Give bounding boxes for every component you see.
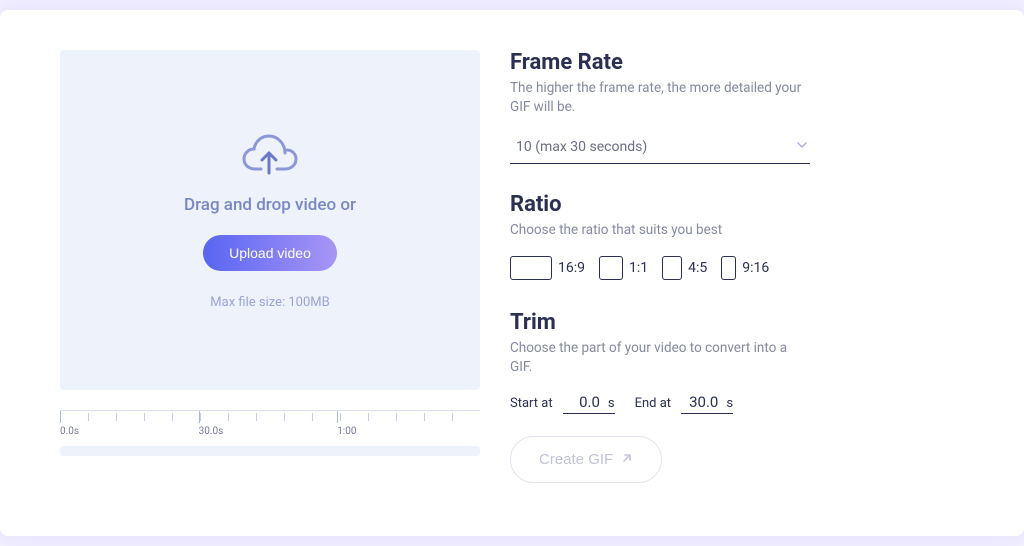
trim-end-value: 30.0: [689, 393, 718, 411]
arrow-up-right-icon: [621, 451, 633, 468]
right-column: Frame Rate The higher the frame rate, th…: [510, 50, 959, 496]
ratio-box-icon: [662, 256, 682, 280]
cloud-upload-icon: [241, 131, 299, 183]
trim-start-input[interactable]: 0.0 s: [563, 392, 615, 414]
create-gif-button[interactable]: Create GIF: [510, 436, 662, 483]
ratio-option-1-1[interactable]: 1:1: [599, 256, 648, 280]
chevron-down-icon: [796, 139, 808, 155]
upload-video-button[interactable]: Upload video: [203, 235, 337, 271]
ratio-option-4-5[interactable]: 4:5: [662, 256, 707, 280]
frame-rate-selected: 10 (max 30 seconds): [516, 139, 647, 155]
ratio-box-icon: [721, 256, 736, 280]
ratio-options: 16:9 1:1 4:5 9:16: [510, 256, 959, 280]
tick-label: 1:00: [337, 426, 356, 437]
ratio-box-icon: [510, 256, 552, 280]
timeline-scrub-bar[interactable]: [60, 446, 480, 456]
trim-start-value: 0.0: [579, 393, 600, 411]
max-file-size-text: Max file size: 100MB: [210, 295, 329, 310]
ratio-title: Ratio: [510, 192, 959, 217]
trim-fields: Start at 0.0 s End at 30.0 s: [510, 392, 959, 414]
ratio-label: 1:1: [629, 260, 648, 276]
ratio-label: 9:16: [742, 260, 769, 276]
timeline: 0.0s 30.0s 1:00: [60, 410, 480, 456]
trim-end-label: End at: [635, 396, 671, 411]
video-dropzone[interactable]: Drag and drop video or Upload video Max …: [60, 50, 480, 390]
trim-desc: Choose the part of your video to convert…: [510, 339, 810, 377]
create-gif-label: Create GIF: [539, 451, 613, 468]
ratio-option-9-16[interactable]: 9:16: [721, 256, 769, 280]
trim-unit: s: [726, 396, 733, 411]
frame-rate-select[interactable]: 10 (max 30 seconds): [510, 133, 810, 164]
frame-rate-desc: The higher the frame rate, the more deta…: [510, 79, 810, 117]
timeline-labels: 0.0s 30.0s 1:00: [60, 426, 480, 444]
frame-rate-title: Frame Rate: [510, 50, 959, 75]
trim-title: Trim: [510, 310, 959, 335]
ratio-label: 4:5: [688, 260, 707, 276]
timeline-ticks: [60, 410, 480, 426]
trim-start-label: Start at: [510, 396, 553, 411]
dropzone-text: Drag and drop video or: [184, 195, 356, 215]
left-column: Drag and drop video or Upload video Max …: [60, 50, 480, 496]
trim-unit: s: [608, 396, 615, 411]
tick-label: 30.0s: [199, 426, 224, 437]
ratio-box-icon: [599, 256, 623, 280]
gif-editor-card: Drag and drop video or Upload video Max …: [30, 20, 994, 526]
ratio-option-16-9[interactable]: 16:9: [510, 256, 585, 280]
ratio-label: 16:9: [558, 260, 585, 276]
ratio-desc: Choose the ratio that suits you best: [510, 221, 810, 240]
trim-end-input[interactable]: 30.0 s: [681, 392, 733, 414]
tick-label: 0.0s: [60, 426, 79, 437]
